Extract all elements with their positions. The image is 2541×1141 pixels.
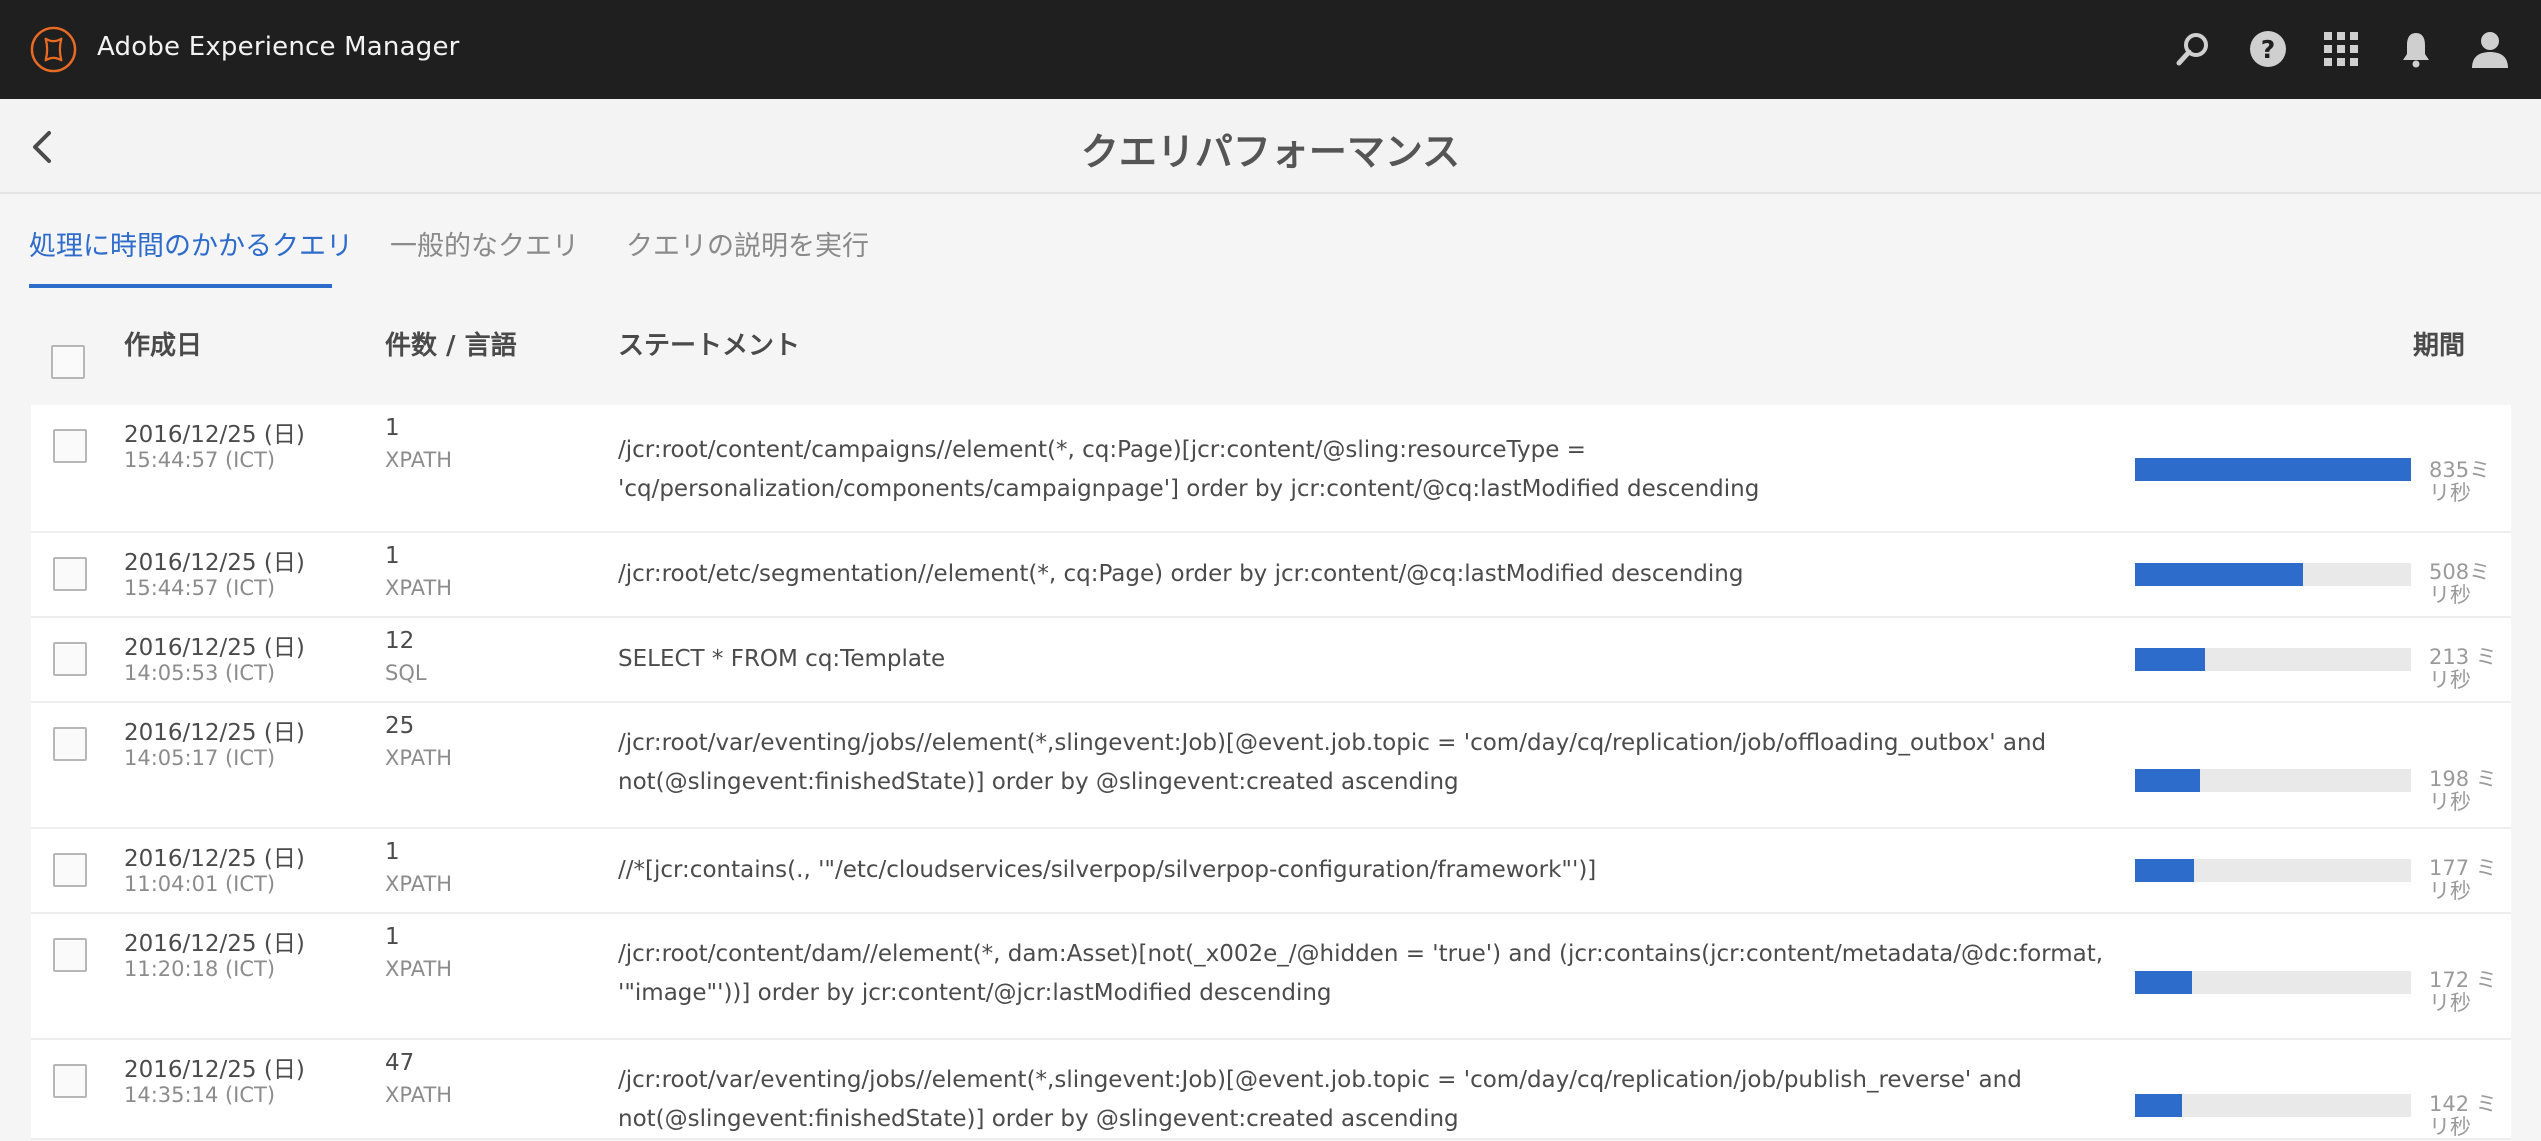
help-icon[interactable]: ? <box>2243 24 2293 74</box>
table-row[interactable]: 2016/12/25 (日) 15:44:57 (ICT) 1 XPATH /j… <box>31 533 2511 618</box>
tab-explain-query[interactable]: クエリの説明を実行 <box>626 224 869 263</box>
row-checkbox[interactable] <box>53 642 87 676</box>
row-count: 1 <box>385 924 400 950</box>
row-time: 15:44:57 (ICT) <box>124 576 276 600</box>
row-date: 2016/12/25 (日) <box>124 1057 305 1083</box>
user-icon[interactable] <box>2465 24 2515 74</box>
duration-bar-fill <box>2135 648 2206 671</box>
svg-text:?: ? <box>2261 35 2276 64</box>
row-checkbox[interactable] <box>53 557 87 591</box>
duration-bar <box>2135 458 2411 481</box>
row-duration: 835ミリ秒 <box>2429 458 2491 505</box>
title-bar: クエリパフォーマンス <box>0 99 2541 194</box>
row-date: 2016/12/25 (日) <box>124 635 305 661</box>
tab-popular-queries[interactable]: 一般的なクエリ <box>390 224 579 263</box>
experience-cloud-logo-icon[interactable] <box>29 25 78 74</box>
row-date: 2016/12/25 (日) <box>124 422 305 448</box>
row-language: XPATH <box>385 1083 453 1107</box>
row-time: 15:44:57 (ICT) <box>124 448 276 472</box>
row-language: XPATH <box>385 746 453 770</box>
row-count: 1 <box>385 839 400 865</box>
tab-bar: 処理に時間のかかるクエリ 一般的なクエリ クエリの説明を実行 <box>0 196 2541 290</box>
row-duration: 172 ミリ秒 <box>2429 968 2497 1015</box>
row-count: 47 <box>385 1050 415 1076</box>
duration-bar <box>2135 859 2411 882</box>
column-header-count-language[interactable]: 件数 / 言語 <box>385 325 517 362</box>
duration-bar-fill <box>2135 1094 2182 1117</box>
row-date: 2016/12/25 (日) <box>124 931 305 957</box>
brand-name[interactable]: Adobe Experience Manager <box>97 32 460 62</box>
duration-bar-fill <box>2135 859 2194 882</box>
row-date: 2016/12/25 (日) <box>124 550 305 576</box>
active-tab-indicator <box>29 284 332 288</box>
row-checkbox[interactable] <box>53 429 87 463</box>
column-header-date[interactable]: 作成日 <box>124 325 202 362</box>
duration-bar <box>2135 769 2411 792</box>
row-date: 2016/12/25 (日) <box>124 846 305 872</box>
column-header-statement[interactable]: ステートメント <box>618 325 800 362</box>
duration-bar-fill <box>2135 458 2411 481</box>
row-time: 11:20:18 (ICT) <box>124 957 276 981</box>
row-count: 1 <box>385 543 400 569</box>
row-checkbox[interactable] <box>53 853 87 887</box>
query-table-body: 2016/12/25 (日) 15:44:57 (ICT) 1 XPATH /j… <box>31 405 2511 1140</box>
row-count: 1 <box>385 415 400 441</box>
row-time: 14:05:17 (ICT) <box>124 746 276 770</box>
table-row[interactable]: 2016/12/25 (日) 14:05:17 (ICT) 25 XPATH /… <box>31 703 2511 829</box>
select-all-checkbox[interactable] <box>51 345 85 379</box>
row-statement: /jcr:root/content/campaigns//element(*, … <box>618 437 1760 502</box>
row-duration: 198 ミリ秒 <box>2429 767 2497 814</box>
table-header: 作成日 件数 / 言語 ステートメント 期間 <box>0 300 2541 400</box>
duration-bar <box>2135 648 2411 671</box>
duration-bar-fill <box>2135 769 2201 792</box>
row-date: 2016/12/25 (日) <box>124 720 305 746</box>
row-count: 25 <box>385 713 415 739</box>
duration-bar <box>2135 563 2411 586</box>
row-checkbox[interactable] <box>53 938 87 972</box>
duration-bar <box>2135 1094 2411 1117</box>
row-language: XPATH <box>385 872 453 896</box>
table-row[interactable]: 2016/12/25 (日) 15:44:57 (ICT) 1 XPATH /j… <box>31 405 2511 533</box>
row-time: 14:05:53 (ICT) <box>124 661 276 685</box>
row-statement: SELECT * FROM cq:Template <box>618 646 946 672</box>
table-row[interactable]: 2016/12/25 (日) 14:35:14 (ICT) 47 XPATH /… <box>31 1040 2511 1140</box>
row-duration: 177 ミリ秒 <box>2429 856 2497 903</box>
table-row[interactable]: 2016/12/25 (日) 14:05:53 (ICT) 12 SQL SEL… <box>31 618 2511 703</box>
row-statement: /jcr:root/content/dam//element(*, dam:As… <box>618 941 2104 1006</box>
page-title: クエリパフォーマンス <box>1080 130 1461 174</box>
apps-grid-icon[interactable] <box>2316 24 2366 74</box>
row-time: 11:04:01 (ICT) <box>124 872 276 896</box>
row-language: XPATH <box>385 576 453 600</box>
tab-slow-queries[interactable]: 処理に時間のかかるクエリ <box>29 224 353 263</box>
duration-bar-fill <box>2135 971 2192 994</box>
row-statement: //*[jcr:contains(., '"/etc/cloudservices… <box>618 857 1597 883</box>
row-language: XPATH <box>385 957 453 981</box>
row-checkbox[interactable] <box>53 1064 87 1098</box>
row-language: XPATH <box>385 448 453 472</box>
top-shell-bar: Adobe Experience Manager ? <box>0 0 2541 99</box>
row-duration: 213 ミリ秒 <box>2429 645 2497 692</box>
row-statement: /jcr:root/var/eventing/jobs//element(*,s… <box>618 730 2047 795</box>
row-duration: 508ミリ秒 <box>2429 560 2491 607</box>
row-duration: 142 ミリ秒 <box>2429 1092 2497 1139</box>
duration-bar <box>2135 971 2411 994</box>
row-statement: /jcr:root/etc/segmentation//element(*, c… <box>618 561 1744 587</box>
row-count: 12 <box>385 628 415 654</box>
row-checkbox[interactable] <box>53 727 87 761</box>
column-header-duration[interactable]: 期間 <box>2413 325 2465 362</box>
row-language: SQL <box>385 661 427 685</box>
row-statement: /jcr:root/var/eventing/jobs//element(*,s… <box>618 1067 2022 1132</box>
search-icon[interactable] <box>2168 24 2218 74</box>
table-row[interactable]: 2016/12/25 (日) 11:20:18 (ICT) 1 XPATH /j… <box>31 914 2511 1040</box>
duration-bar-fill <box>2135 563 2303 586</box>
row-time: 14:35:14 (ICT) <box>124 1083 276 1107</box>
bell-icon[interactable] <box>2391 24 2441 74</box>
table-row[interactable]: 2016/12/25 (日) 11:04:01 (ICT) 1 XPATH //… <box>31 829 2511 914</box>
